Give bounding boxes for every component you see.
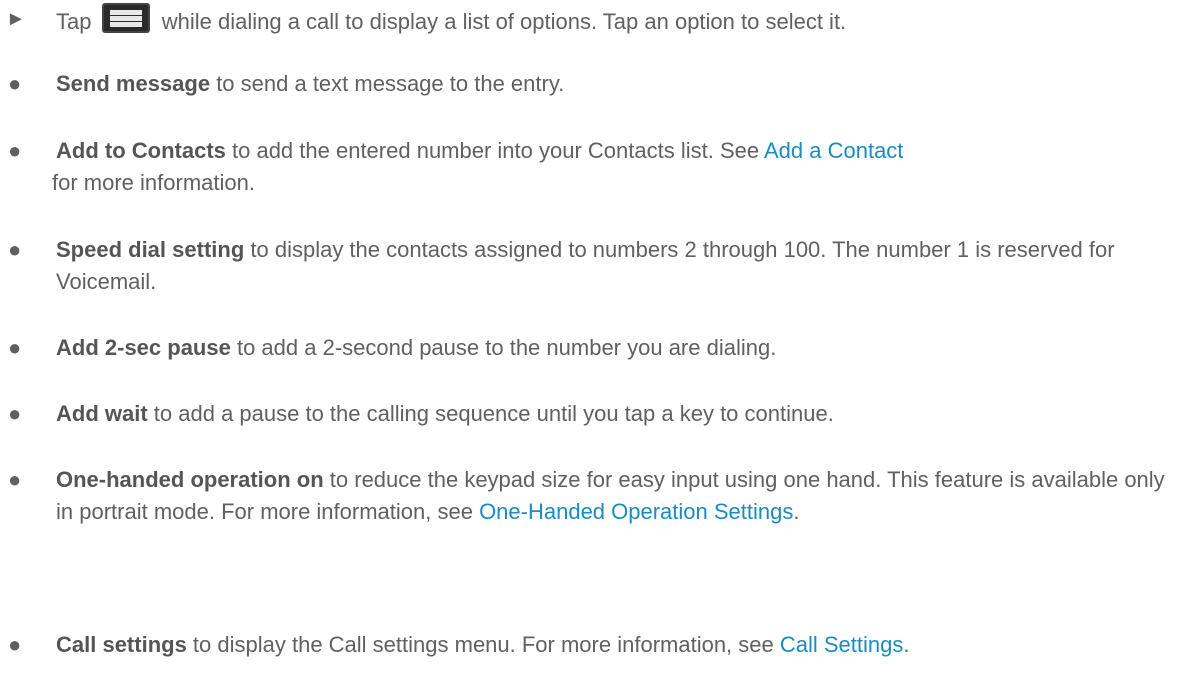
bullet-icon: ● bbox=[8, 237, 22, 262]
intro-text: Tap while dialing a call to display a li… bbox=[56, 3, 1196, 38]
option-text-after: for more information. bbox=[52, 170, 255, 195]
option-text: to add a pause to the calling sequence u… bbox=[147, 401, 834, 426]
arrow-bullet: ► bbox=[6, 8, 26, 30]
option-text: to add the entered number into your Cont… bbox=[225, 138, 764, 163]
option-term: Call settings bbox=[56, 632, 187, 657]
one-handed-operation-settings-link[interactable]: One-Handed Operation Settings bbox=[479, 499, 793, 524]
option-term: Add wait bbox=[56, 401, 148, 426]
option-text-after: . bbox=[903, 632, 910, 657]
option-term: Send message bbox=[56, 71, 211, 96]
bullet-icon: ● bbox=[8, 71, 22, 96]
intro-after-icon: while dialing a call to display a list o… bbox=[161, 9, 847, 34]
call-settings-link[interactable]: Call Settings bbox=[780, 632, 904, 657]
add-a-contact-link[interactable]: Add a Contact bbox=[764, 138, 903, 163]
option-text: to display the Call settings menu. For m… bbox=[186, 632, 780, 657]
menu-icon bbox=[101, 3, 150, 33]
bullet-icon: ● bbox=[8, 138, 22, 163]
option-term: Speed dial setting bbox=[56, 237, 245, 262]
bullet-icon: ● bbox=[8, 335, 22, 360]
bullet-icon: ● bbox=[8, 632, 22, 657]
option-text: to send a text message to the entry. bbox=[210, 71, 565, 96]
option-text-after: . bbox=[793, 499, 800, 524]
intro-before-icon: Tap bbox=[56, 9, 92, 34]
bullet-icon: ● bbox=[8, 401, 22, 426]
option-term: One-handed operation on bbox=[56, 467, 324, 492]
bullet-icon: ● bbox=[8, 467, 22, 492]
option-term: Add 2-sec pause bbox=[56, 335, 231, 360]
option-text: to add a 2-second pause to the number yo… bbox=[230, 335, 777, 360]
option-term: Add to Contacts bbox=[56, 138, 226, 163]
